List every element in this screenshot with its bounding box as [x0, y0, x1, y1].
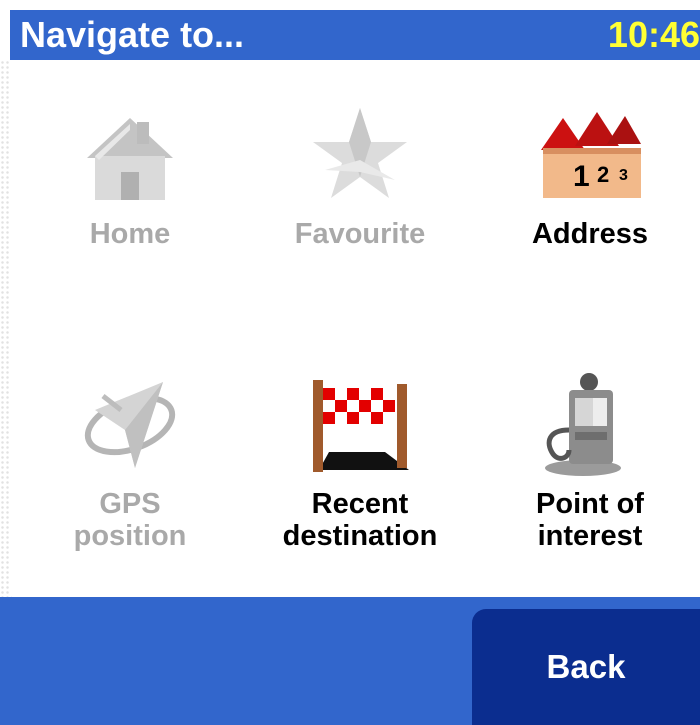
- poi-label-line1: Point of: [536, 488, 644, 520]
- fuel-pump-icon: [545, 373, 621, 476]
- gps-satellite-icon: [84, 382, 176, 468]
- navigate-screen: Navigate to... 10:46 Home Favourite 1 2 …: [0, 0, 700, 725]
- svg-text:1: 1: [573, 160, 590, 193]
- back-button[interactable]: Back: [472, 609, 700, 725]
- menu-item-gps-position[interactable]: GPS position: [20, 370, 240, 560]
- menu-item-home[interactable]: Home: [20, 100, 240, 290]
- recent-label-line2: destination: [282, 520, 438, 552]
- gps-label-line1: GPS: [99, 488, 161, 520]
- clock: 10:46: [607, 14, 700, 55]
- menu-item-address[interactable]: 1 2 3 Address: [480, 100, 700, 290]
- recent-label-line1: Recent: [311, 488, 409, 520]
- menu-item-recent-destination[interactable]: Recent destination: [250, 370, 470, 560]
- svg-text:2: 2: [597, 162, 609, 187]
- title-bar: Navigate to... 10:46: [10, 10, 700, 60]
- page-title: Navigate to...: [20, 14, 245, 55]
- favourite-star-icon: [313, 108, 407, 198]
- home-label: Home: [89, 218, 171, 250]
- finish-flag-icon: [313, 380, 409, 472]
- svg-text:3: 3: [619, 167, 628, 184]
- gps-label-line2: position: [73, 520, 187, 552]
- address-label: Address: [531, 218, 649, 250]
- favourite-label: Favourite: [294, 218, 426, 250]
- menu-item-favourite[interactable]: Favourite: [250, 100, 470, 290]
- poi-label-line2: interest: [537, 520, 643, 552]
- menu-item-point-of-interest[interactable]: Point of interest: [480, 370, 700, 560]
- poi-label: Point of interest: [536, 488, 644, 552]
- gps-label: GPS position: [74, 488, 187, 552]
- recent-destination-label: Recent destination: [283, 488, 438, 552]
- address-houses-icon: 1 2 3: [541, 112, 641, 198]
- home-icon: [87, 118, 173, 200]
- menu-panel: Home Favourite 1 2 3 Address GPS positio…: [10, 60, 700, 600]
